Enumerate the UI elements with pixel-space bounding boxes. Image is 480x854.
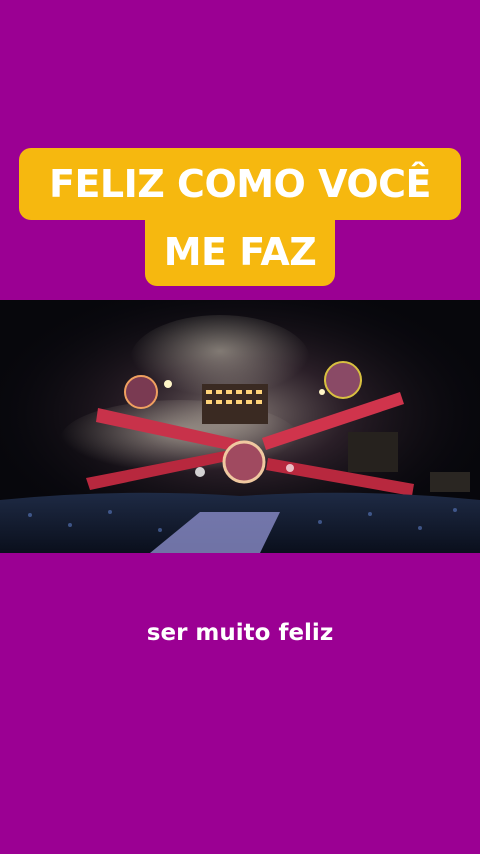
title-line-2: ME FAZ	[145, 218, 335, 286]
title-text-line-1: FELIZ COMO VOCÊ	[49, 162, 431, 206]
title-line-1: FELIZ COMO VOCÊ	[19, 148, 461, 220]
lyrics-caption: ser muito feliz	[146, 620, 334, 646]
concert-video-frame[interactable]	[0, 300, 480, 553]
title-text-line-2: ME FAZ	[163, 230, 317, 274]
concert-stage-image	[0, 300, 480, 553]
